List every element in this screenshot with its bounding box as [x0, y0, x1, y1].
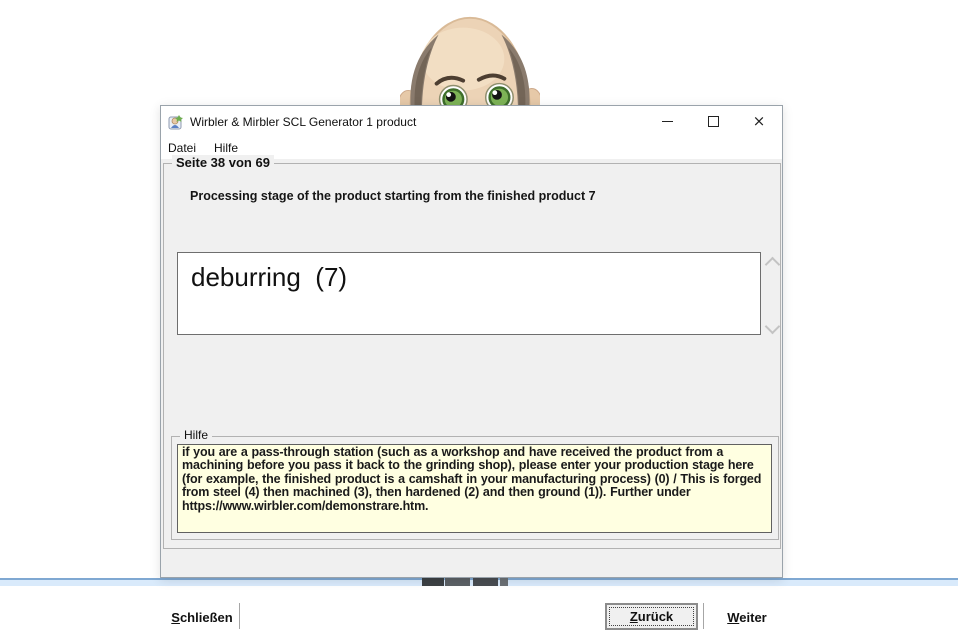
- stage-input-value: deburring (7): [191, 262, 347, 293]
- stage-input[interactable]: deburring (7): [177, 252, 761, 335]
- window-title: Wirbler & Mirbler SCL Generator 1 produc…: [190, 115, 416, 129]
- page-group-label: Seite 38 von 69: [172, 155, 274, 170]
- close-button[interactable]: Schließen: [165, 605, 239, 630]
- back-button-accesskey: Z: [630, 609, 638, 624]
- button-row: Schließen Zurück Weiter: [161, 602, 782, 630]
- menu-item-hilfe[interactable]: Hilfe: [214, 141, 238, 155]
- titlebar[interactable]: Wirbler & Mirbler SCL Generator 1 produc…: [161, 106, 782, 137]
- next-button-label: eiter: [739, 610, 766, 625]
- cartoon-head-illustration: [400, 8, 540, 114]
- app-window: Wirbler & Mirbler SCL Generator 1 produc…: [160, 105, 783, 578]
- app-icon: [168, 114, 185, 130]
- close-button-accesskey: S: [171, 610, 180, 625]
- next-button-accesskey: W: [727, 610, 739, 625]
- help-group-label: Hilfe: [180, 428, 212, 443]
- maximize-button[interactable]: [690, 106, 736, 137]
- button-separator: [239, 603, 240, 629]
- back-button[interactable]: Zurück: [605, 603, 698, 630]
- maximize-icon: [708, 116, 719, 127]
- back-button-label: urück: [638, 609, 673, 624]
- minimize-button[interactable]: [644, 106, 690, 137]
- menu-item-datei[interactable]: Datei: [168, 141, 196, 155]
- button-separator: [703, 603, 704, 629]
- window-controls: ×: [644, 106, 782, 137]
- close-window-button[interactable]: ×: [736, 106, 782, 137]
- next-button[interactable]: Weiter: [713, 605, 781, 630]
- help-groupbox: Hilfe if you are a pass-through station …: [171, 436, 779, 540]
- client-area: Seite 38 von 69 Processing stage of the …: [161, 159, 782, 577]
- peeking-cartoon-head: [400, 8, 540, 108]
- minimize-icon: [662, 121, 673, 122]
- close-icon: ×: [753, 114, 766, 129]
- help-text: if you are a pass-through station (such …: [182, 446, 767, 513]
- close-button-label: chließen: [180, 610, 233, 625]
- help-box: if you are a pass-through station (such …: [177, 444, 772, 533]
- instruction-text: Processing stage of the product starting…: [190, 189, 596, 203]
